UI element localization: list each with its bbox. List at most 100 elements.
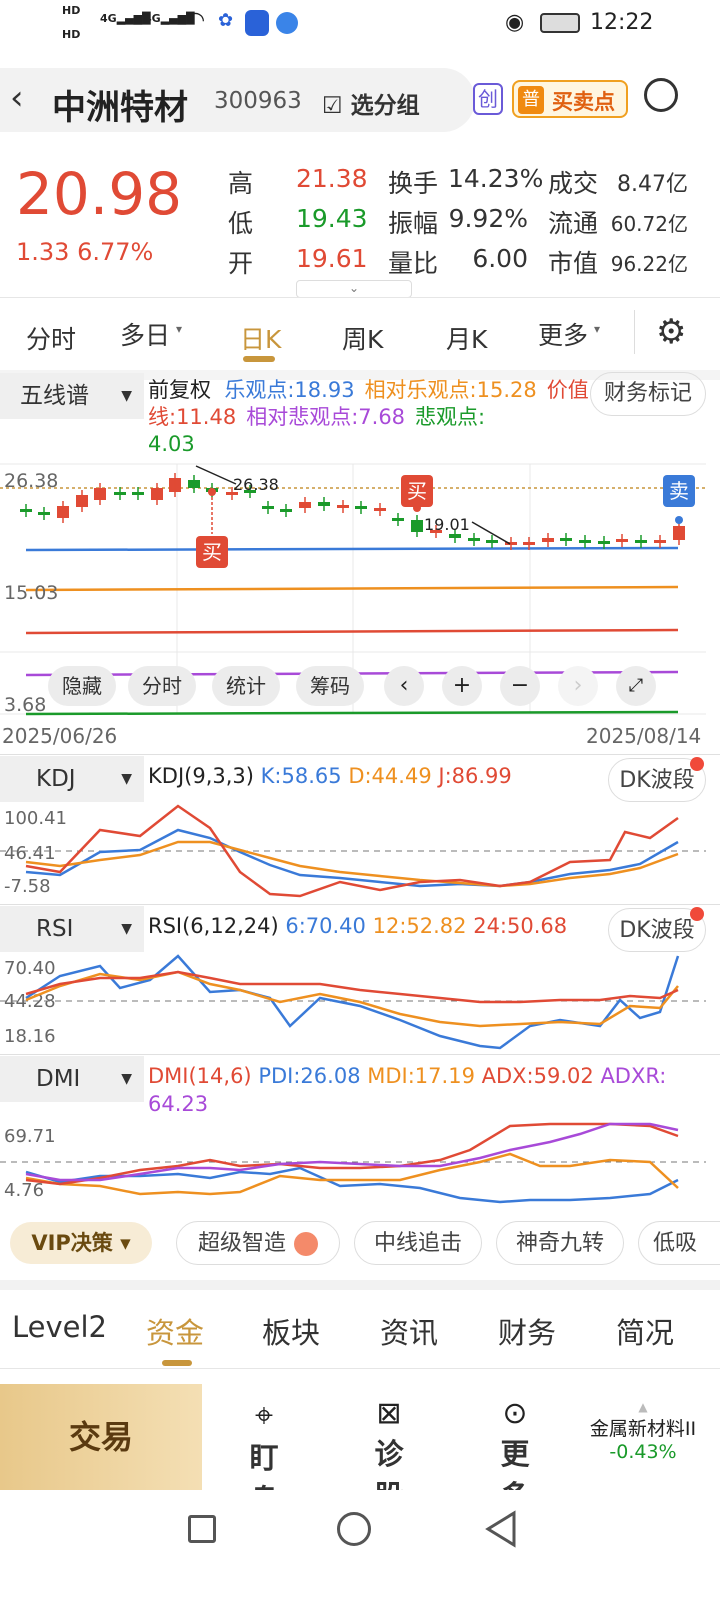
rel-optimistic-line [25,585,679,592]
zoom-in-icon[interactable]: + [442,666,482,706]
buy-marker[interactable]: 买 [196,536,228,568]
legend-item: 4.03 [148,432,195,456]
notification-dot [690,907,704,921]
recents-icon[interactable] [188,1515,216,1543]
info-tab[interactable]: 财务 [498,1310,556,1352]
date-end: 2025/08/14 [586,724,702,748]
tab-3[interactable]: 日K [240,320,281,356]
indicator-select[interactable]: 五线谱 ▼ [0,373,144,419]
chart-control-button[interactable]: 筹码 [296,666,364,706]
quote-value: 19.43 [296,204,368,233]
status-bar: HD HD 4G▂▄▆█ 4G▂▄▆█ ◠ ✿ ◉ 12:22 [0,0,720,48]
back-icon[interactable]: ‹ [10,78,24,118]
quote-value: 9.92% [448,204,528,233]
y-axis-max: 26.38 [4,470,59,492]
chart-control-button[interactable]: 分时 [128,666,196,706]
rsi-chart [0,954,706,1050]
notification-dot [690,757,704,771]
hot-icon [294,1232,318,1256]
dmi-select[interactable]: DMI ▼ [0,1056,144,1102]
divider [0,1280,720,1290]
sector-card[interactable]: ▲ 金属新材料II -0.43% [579,1400,707,1463]
legend-item: 相对悲观点:7.68 [246,405,406,429]
quote-label: 成交 [548,169,599,198]
dmi-chart [0,1122,706,1204]
sell-marker[interactable]: 卖 [663,475,695,507]
pill-label: 低吸 [653,1231,698,1256]
info-tab[interactable]: Level2 [12,1310,107,1344]
vip-decision-button[interactable]: VIP决策 ▾ [10,1222,152,1264]
next-icon[interactable]: › [558,666,598,706]
buy-marker[interactable]: 买 [401,475,433,507]
quote-label: 市值 [548,249,599,278]
y-axis-mid: 15.03 [4,582,59,604]
quote-label: 量比 [388,249,439,278]
divider [0,904,720,905]
globe-app-icon [276,12,298,34]
wifi-icon: ◠ [186,8,206,33]
kdj-select[interactable]: KDJ ▼ [0,756,144,802]
strategy-pill[interactable]: 低吸 [638,1221,720,1265]
sim-indicator: HD HD [62,4,81,41]
quote-label: 换手 [388,169,439,198]
home-icon[interactable] [337,1512,371,1546]
strategy-pill[interactable]: 神奇九转 [496,1221,624,1265]
quote-label: 低 [228,209,254,238]
signal-1-icon: 4G▂▄▆█ [100,12,151,25]
tab-2[interactable]: 多日 [120,316,170,352]
buysell-button[interactable]: 普 买卖点 [512,80,628,118]
tab-5[interactable]: 月K [446,320,487,356]
tab-6[interactable]: 更多 [538,316,588,352]
strategy-pill[interactable]: 中线追击 [354,1221,482,1265]
legend-item: 悲观点: [415,405,486,429]
dropdown-arrow-icon: ▾ [176,322,183,336]
info-tab[interactable]: 简况 [616,1310,674,1352]
sector-change: -0.43% [609,1441,677,1463]
settings-gear-icon[interactable]: ⚙ [656,312,686,352]
quote-label: 高 [228,169,254,198]
strategy-pill[interactable]: 超级智造 [176,1221,340,1265]
chart-control-button[interactable]: 统计 [212,666,280,706]
quote-value: 19.61 [296,244,368,273]
optimistic-line [25,546,679,552]
rsi-select[interactable]: RSI ▼ [0,906,144,952]
chuang-badge[interactable]: 创 [473,83,503,115]
trade-button[interactable]: 交易 [0,1384,202,1490]
back-triangle-icon[interactable] [484,1510,518,1548]
quote-label: 振幅 [388,209,439,238]
chart-control-button[interactable]: 隐藏 [48,666,116,706]
select-group-button[interactable]: ☑ 选分组 [322,86,420,120]
buy-dot [208,488,216,496]
info-tab[interactable]: 资金 [146,1310,204,1352]
finance-mark-button[interactable]: 财务标记 [590,372,706,416]
quote-value: 6.00 [472,244,528,273]
divider [0,754,720,755]
sell-dot [675,516,683,524]
high-label: 26.38 [233,475,279,494]
info-tab[interactable]: 资讯 [380,1310,438,1352]
prev-icon[interactable]: ‹ [384,666,424,706]
tab-1[interactable]: 分时 [26,320,76,356]
quote-value: 60.72亿 [610,212,688,236]
value-line [25,628,679,635]
system-nav [0,1490,720,1600]
main-legend: 前复权 乐观点:18.93 相对乐观点:15.28 价值线:11.48 相对悲观点:7… [148,378,589,456]
clock: 12:22 [590,10,654,35]
pill-label: 超级智造 [197,1231,286,1256]
tab-4[interactable]: 周K [342,320,383,356]
rsi-6-line [25,954,680,1050]
dmi-adxr-line [25,1122,679,1182]
stock-name: 中洲特材 [52,88,188,128]
stock-code: 300963 [214,88,302,114]
expand-chevron-icon[interactable]: ⌄ [296,280,412,298]
quote-value: 96.22亿 [610,252,688,276]
zoom-out-icon[interactable]: − [500,666,540,706]
divider [0,1054,720,1055]
info-tab[interactable]: 板块 [262,1310,320,1352]
low-label: 19.01 [424,515,470,534]
price-change: 1.33 6.77% [16,238,154,266]
fullscreen-icon[interactable]: ⤢ [616,666,656,706]
search-icon[interactable] [644,78,678,112]
crosshair-icon: ⌖ [254,1396,274,1434]
sector-name: 金属新材料II [589,1418,697,1440]
